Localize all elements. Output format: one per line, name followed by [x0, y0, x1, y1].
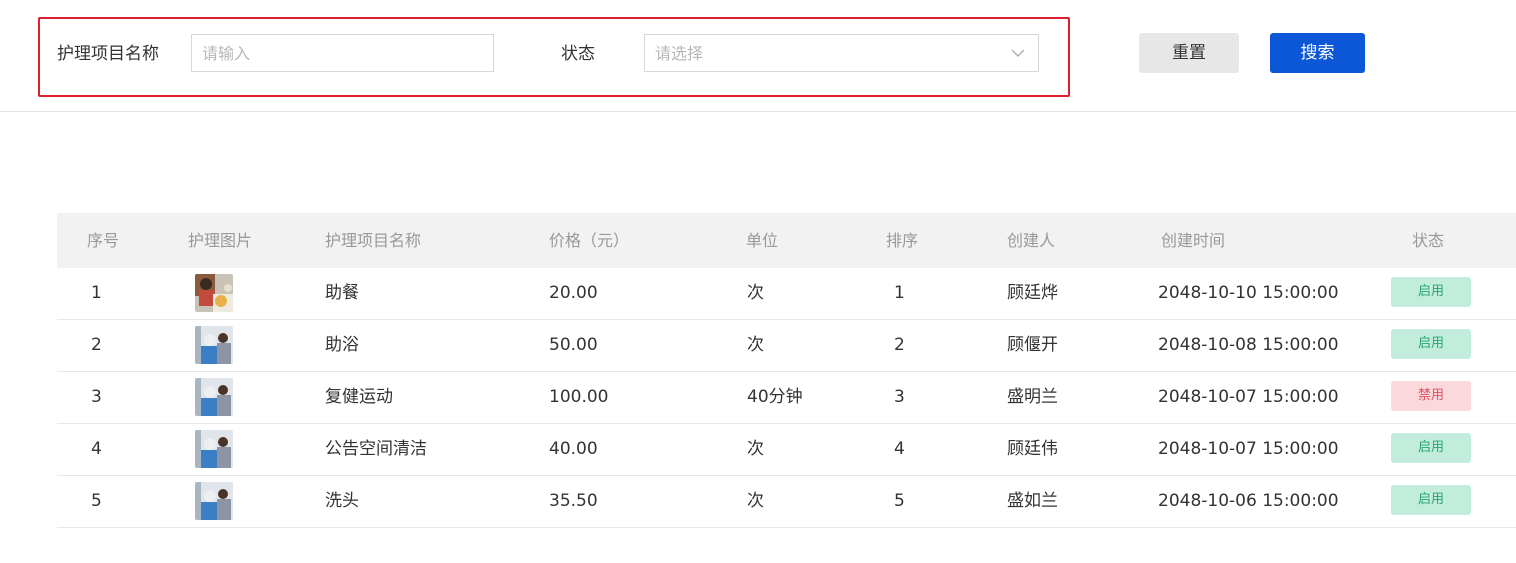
header-price: 价格（元）	[549, 231, 630, 250]
cell-sort: 5	[894, 491, 905, 511]
cell-name: 公告空间清洁	[325, 439, 427, 459]
cell-price: 100.00	[549, 387, 609, 407]
cell-created-at: 2048-10-07 15:00:00	[1158, 439, 1339, 459]
cell-unit: 40分钟	[747, 387, 803, 407]
status-badge: 启用	[1391, 277, 1471, 307]
status-select[interactable]: 请选择	[644, 34, 1039, 72]
project-name-input[interactable]: 请输入	[191, 34, 494, 72]
cell-name: 助浴	[325, 335, 359, 355]
care-photo	[195, 326, 233, 364]
search-button[interactable]: 搜索	[1270, 33, 1365, 73]
cell-price: 50.00	[549, 335, 598, 355]
header-unit: 单位	[746, 231, 779, 250]
header-created-at: 创建时间	[1161, 231, 1226, 250]
table-row: 2 助浴 50.00 次 2 顾偃开 2048-10-08 15:00:00 启…	[57, 320, 1516, 372]
header-status: 状态	[1412, 231, 1445, 250]
cell-price: 20.00	[549, 283, 598, 303]
cell-sort: 4	[894, 439, 905, 459]
cell-unit: 次	[747, 283, 764, 303]
header-name: 护理项目名称	[325, 231, 422, 250]
care-items-table: 序号 护理图片 护理项目名称 价格（元） 单位 排序 创建人 创建时间 状态 1…	[57, 213, 1516, 528]
cell-creator: 顾廷伟	[1007, 439, 1058, 459]
table-row: 4 公告空间清洁 40.00 次 4 顾廷伟 2048-10-07 15:00:…	[57, 424, 1516, 476]
filter-bar: 护理项目名称 请输入 状态 请选择 重置 搜索	[0, 0, 1516, 112]
status-label: 状态	[561, 44, 595, 64]
table-row: 5 洗头 35.50 次 5 盛如兰 2048-10-06 15:00:00 启…	[57, 476, 1516, 528]
project-name-label: 护理项目名称	[57, 44, 159, 64]
cell-index: 5	[91, 491, 102, 511]
cell-creator: 盛明兰	[1007, 387, 1058, 407]
cell-created-at: 2048-10-08 15:00:00	[1158, 335, 1339, 355]
reset-button[interactable]: 重置	[1139, 33, 1239, 73]
cell-sort: 1	[894, 283, 905, 303]
cell-unit: 次	[747, 491, 764, 511]
cell-created-at: 2048-10-06 15:00:00	[1158, 491, 1339, 511]
cell-index: 2	[91, 335, 102, 355]
cell-created-at: 2048-10-07 15:00:00	[1158, 387, 1339, 407]
table-row: 1 助餐 20.00 次 1 顾廷烨 2048-10-10 15:00:00 启…	[57, 268, 1516, 320]
cell-creator: 顾偃开	[1007, 335, 1058, 355]
table-row: 3 复健运动 100.00 40分钟 3 盛明兰 2048-10-07 15:0…	[57, 372, 1516, 424]
cell-creator: 盛如兰	[1007, 491, 1058, 511]
status-badge: 禁用	[1391, 381, 1471, 411]
status-badge: 启用	[1391, 485, 1471, 515]
header-index: 序号	[87, 231, 120, 250]
cell-sort: 3	[894, 387, 905, 407]
care-photo	[195, 378, 233, 416]
cell-index: 4	[91, 439, 102, 459]
care-photo	[195, 430, 233, 468]
cell-unit: 次	[747, 439, 764, 459]
cell-created-at: 2048-10-10 15:00:00	[1158, 283, 1339, 303]
status-badge: 启用	[1391, 433, 1471, 463]
cell-sort: 2	[894, 335, 905, 355]
table-header: 序号 护理图片 护理项目名称 价格（元） 单位 排序 创建人 创建时间 状态	[57, 213, 1516, 268]
cell-name: 助餐	[325, 283, 359, 303]
cell-index: 3	[91, 387, 102, 407]
header-sort: 排序	[886, 231, 919, 250]
cell-name: 洗头	[325, 491, 359, 511]
header-creator: 创建人	[1007, 231, 1056, 250]
cell-index: 1	[91, 283, 102, 303]
care-photo	[195, 482, 233, 520]
cell-creator: 顾廷烨	[1007, 283, 1058, 303]
chevron-down-icon	[1011, 49, 1025, 57]
status-badge: 启用	[1391, 329, 1471, 359]
cell-unit: 次	[747, 335, 764, 355]
cell-price: 35.50	[549, 491, 598, 511]
header-image: 护理图片	[188, 231, 253, 250]
table-body: 1 助餐 20.00 次 1 顾廷烨 2048-10-10 15:00:00 启…	[57, 268, 1516, 528]
meal-photo	[195, 274, 233, 312]
status-placeholder: 请选择	[655, 44, 704, 63]
cell-name: 复健运动	[325, 387, 393, 407]
project-name-placeholder: 请输入	[202, 44, 251, 63]
cell-price: 40.00	[549, 439, 598, 459]
